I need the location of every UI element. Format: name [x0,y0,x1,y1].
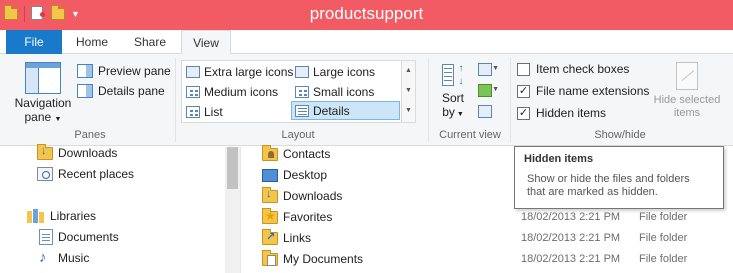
small-icons-icon [295,85,309,98]
chevron-down-icon: ▼ [454,111,464,118]
file-row[interactable]: Favorites 18/02/2013 2:21 PM File folder [241,207,733,228]
layout-details[interactable]: Details [291,101,400,120]
file-name-extensions-toggle[interactable]: ✓ File name extensions [517,82,649,100]
add-columns-button[interactable]: ▼ [476,81,499,99]
tooltip-title: Hidden items [524,153,594,165]
nav-item-downloads[interactable]: Downloads [37,143,117,163]
ribbon-tab-row: File Home Share View [0,30,733,55]
size-columns-icon [478,105,492,118]
tooltip-body: Show or hide the files and folders that … [527,173,690,198]
navigation-pane-label: Navigation pane ▼ [14,96,72,124]
size-all-columns-button[interactable] [476,102,496,120]
hide-selected-items-button[interactable]: Hide selected items [650,62,724,120]
window-title: productsupport [309,4,424,23]
downloads-folder-icon [37,143,53,160]
group-by-button[interactable]: ▼ [476,60,499,78]
hidden-items-toggle[interactable]: ✓ Hidden items [517,104,606,122]
chevron-down-icon: ▼ [54,116,62,123]
sort-by-button[interactable]: ↑ ↓ Sort by ▼ [436,62,470,122]
group-divider [510,58,511,142]
layout-extra-large-icons[interactable]: Extra large icons [183,62,293,81]
links-folder-icon [262,228,278,245]
sort-by-label: Sort by ▼ [441,91,464,119]
title-bar: ▼ productsupport [0,0,733,30]
details-pane-label: Details pane [98,84,165,98]
scrollbar-thumb[interactable] [227,147,238,189]
item-check-boxes-toggle[interactable]: Item check boxes [517,60,629,78]
tab-home[interactable]: Home [64,30,120,54]
tab-view[interactable]: View [181,30,231,55]
music-icon: ♪ [39,249,47,266]
libraries-icon [27,209,45,223]
details-pane-button[interactable]: Details pane [77,82,165,100]
recent-places-icon [37,167,53,181]
medium-icons-icon [186,85,200,98]
hidden-items-tooltip: Hidden items Show or hide the files and … [514,146,724,209]
group-by-icon [478,63,492,76]
group-label-panes: Panes [74,129,106,141]
preview-pane-label: Preview pane [98,64,171,78]
group-label-layout: Layout [281,129,315,141]
desktop-folder-icon [262,168,278,182]
preview-pane-icon [77,64,93,78]
gallery-expand-icon[interactable]: ▼ [402,101,415,121]
group-divider [175,58,176,142]
hide-selected-icon [676,62,698,90]
file-row[interactable]: Links 18/02/2013 2:21 PM File folder [241,228,733,249]
contacts-folder-icon [262,144,278,161]
large-icons-icon [295,65,309,78]
group-divider [428,58,429,142]
gallery-scroller: ▲ ▼ ▼ [401,61,415,122]
layout-list[interactable]: List [183,102,223,121]
file-name-extensions-checkbox[interactable]: ✓ [517,84,530,98]
navigation-pane-icon [25,62,61,94]
layout-medium-icons[interactable]: Medium icons [183,82,278,101]
file-row[interactable]: My Documents 18/02/2013 2:21 PM File fol… [241,249,733,270]
downloads-folder-icon [262,186,278,203]
documents-icon [39,229,53,245]
hide-selected-label: Hide selected items [653,94,721,119]
layout-gallery: Extra large icons Large icons Medium ico… [181,60,416,123]
layout-large-icons[interactable]: Large icons [292,62,375,81]
documents-folder-icon [262,249,278,266]
group-label-show-hide: Show/hide [594,129,646,141]
item-check-boxes-checkbox[interactable] [517,62,530,76]
preview-pane-button[interactable]: Preview pane [77,62,171,80]
navigation-pane-scrollbar[interactable] [225,147,240,273]
tab-share[interactable]: Share [121,30,179,54]
nav-item-documents[interactable]: Documents [39,227,119,247]
gallery-scroll-up-icon[interactable]: ▲ [402,61,415,81]
list-icon [186,105,200,118]
ribbon: Navigation pane ▼ Preview pane Details p… [0,54,733,146]
nav-item-music[interactable]: ♪ Music [39,248,89,268]
gallery-scroll-down-icon[interactable]: ▼ [402,81,415,101]
favorites-folder-icon [262,207,278,224]
add-columns-icon [478,84,492,97]
details-pane-icon [77,84,93,98]
details-icon [295,104,309,117]
nav-item-recent-places[interactable]: Recent places [37,164,134,184]
group-label-current-view: Current view [439,129,501,141]
navigation-pane: Downloads Recent places Libraries Docume… [0,143,240,273]
extra-large-icons-icon [186,65,200,78]
hidden-items-checkbox[interactable]: ✓ [517,106,530,120]
layout-small-icons[interactable]: Small icons [292,82,374,101]
navigation-pane-button[interactable]: Navigation pane ▼ [12,62,74,127]
nav-item-libraries[interactable]: Libraries [27,206,96,226]
sort-by-icon: ↑ ↓ [442,62,464,88]
tab-file[interactable]: File [6,30,62,54]
